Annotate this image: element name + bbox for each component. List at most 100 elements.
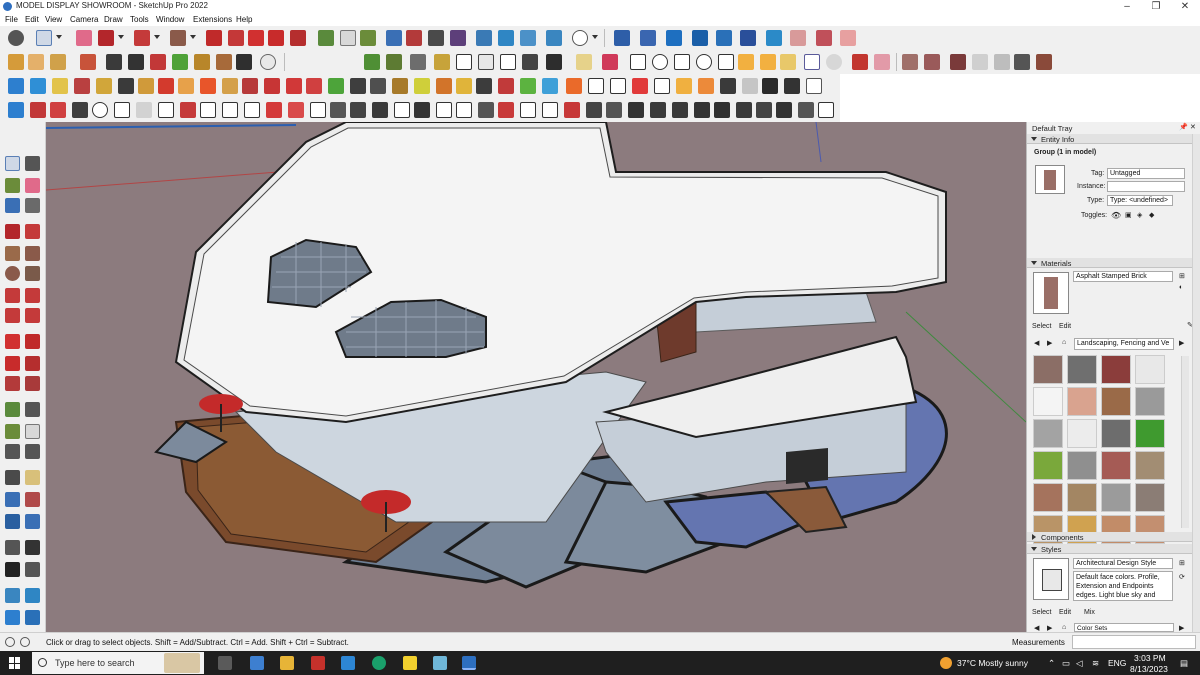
material-library-dropdown[interactable]: Landscaping, Fencing and Ve [1074, 338, 1174, 350]
red-beam-icon[interactable] [498, 102, 514, 118]
blank-shape-icon[interactable] [588, 78, 604, 94]
blue-cube-icon[interactable] [30, 78, 46, 94]
3d-warehouse-icon[interactable] [476, 30, 492, 46]
red-corner-icon[interactable] [266, 102, 282, 118]
calculator-icon[interactable] [250, 656, 264, 670]
grid-icon[interactable] [738, 54, 754, 70]
line-tool-icon[interactable] [98, 30, 114, 46]
material-swatch[interactable] [1067, 451, 1097, 480]
position-camera-icon[interactable] [5, 540, 20, 555]
material-swatch[interactable] [1067, 387, 1097, 416]
two-point-arc-icon[interactable] [25, 288, 40, 303]
material-swatch[interactable] [1033, 483, 1063, 512]
material-swatch[interactable] [1067, 355, 1097, 384]
truss-icon[interactable] [606, 102, 622, 118]
account-icon[interactable] [572, 30, 588, 46]
x-ray-icon[interactable] [150, 54, 166, 70]
geo-location-icon[interactable] [20, 637, 30, 647]
menu-edit[interactable]: Edit [25, 15, 39, 24]
maximize-button[interactable]: ❐ [1145, 0, 1167, 14]
materials-scrollbar[interactable] [1181, 356, 1189, 528]
freehand-icon[interactable] [25, 224, 40, 239]
styles-back-icon[interactable]: ◀ [1034, 624, 1039, 632]
acrobat-icon[interactable] [311, 656, 325, 670]
select-tool-icon[interactable] [36, 30, 52, 46]
gray-box-icon[interactable] [136, 102, 152, 118]
red-circle-icon[interactable] [632, 78, 648, 94]
material-e-icon[interactable] [994, 54, 1010, 70]
menu-file[interactable]: File [5, 15, 18, 24]
column-icon[interactable] [456, 102, 472, 118]
pan-icon[interactable] [406, 30, 422, 46]
material-swatch[interactable] [1135, 451, 1165, 480]
shaded-icon[interactable] [216, 54, 232, 70]
red-line-icon[interactable] [30, 102, 46, 118]
windows-start-icon[interactable] [9, 657, 21, 669]
top-view-icon[interactable] [28, 54, 44, 70]
flip-icon[interactable] [716, 30, 732, 46]
material-swatch[interactable] [1101, 451, 1131, 480]
dark-square-icon[interactable] [476, 78, 492, 94]
blue-shape-icon[interactable] [8, 78, 24, 94]
material-swatch[interactable] [1101, 387, 1131, 416]
blank-box-icon[interactable] [610, 78, 626, 94]
move-left-icon[interactable] [5, 334, 20, 349]
details-arrow-icon[interactable]: ▶ [1179, 339, 1184, 347]
house-outline-icon[interactable] [500, 54, 516, 70]
entity-info-header[interactable]: Entity Info [1027, 134, 1193, 144]
yellow-tile-icon[interactable] [456, 78, 472, 94]
search-icon[interactable] [8, 30, 24, 46]
line-left-icon[interactable] [5, 224, 20, 239]
wireframe-icon[interactable] [172, 54, 188, 70]
styles-tab-select[interactable]: Select [1032, 609, 1051, 616]
visibility-icon[interactable]: 👁 [1111, 211, 1121, 220]
red-square-icon[interactable] [158, 78, 174, 94]
yellow-plane-icon[interactable] [52, 78, 68, 94]
truss-alt-icon[interactable] [628, 102, 644, 118]
material-f-icon[interactable] [1014, 54, 1030, 70]
sphere-icon[interactable] [826, 54, 842, 70]
orbit-left-icon[interactable] [5, 470, 20, 485]
dark-roof-icon[interactable] [586, 102, 602, 118]
styles-tab-mix[interactable]: Mix [1084, 609, 1095, 616]
textured-icon[interactable] [236, 54, 252, 70]
orange-cylinder-icon[interactable] [436, 78, 452, 94]
orbit-icon[interactable] [386, 30, 402, 46]
roof-icon[interactable] [542, 102, 558, 118]
orange-box-icon[interactable] [698, 78, 714, 94]
house-icon[interactable] [478, 54, 494, 70]
tag-dropdown[interactable]: Untagged [1107, 168, 1185, 179]
rotate-icon[interactable] [268, 30, 284, 46]
right-view-icon[interactable] [80, 54, 96, 70]
menu-tools[interactable]: Tools [130, 15, 149, 24]
undo-icon[interactable] [790, 30, 806, 46]
zoom-icon[interactable] [428, 30, 444, 46]
material-swatch[interactable] [1135, 387, 1165, 416]
extension-manager-icon[interactable] [546, 30, 562, 46]
material-swatch[interactable] [1033, 387, 1063, 416]
gray-grid-icon[interactable] [742, 78, 758, 94]
text-tool-icon[interactable] [340, 30, 356, 46]
pan-left-icon[interactable] [25, 470, 40, 485]
material-swatch[interactable] [1135, 355, 1165, 384]
tape-icon[interactable] [25, 198, 40, 213]
section-left-icon[interactable] [25, 562, 40, 577]
rotate-left-icon[interactable] [5, 356, 20, 371]
dynamic-components-icon[interactable] [692, 30, 708, 46]
shadow-cast-icon[interactable]: ◈ [1137, 211, 1142, 219]
entity-material-swatch[interactable] [1035, 165, 1065, 194]
dark-panel-icon[interactable] [714, 102, 730, 118]
home-icon[interactable]: ⌂ [1062, 339, 1066, 346]
dimension-icon[interactable] [25, 402, 40, 417]
style-collection-dropdown[interactable]: Color Sets [1074, 623, 1174, 632]
material-b-icon[interactable] [924, 54, 940, 70]
component-icon[interactable] [25, 156, 40, 171]
slats-icon[interactable] [776, 102, 792, 118]
beam-icon[interactable] [478, 102, 494, 118]
wifi-icon[interactable]: ≋ [1092, 658, 1099, 669]
red-window-icon[interactable] [180, 102, 196, 118]
material-swatch[interactable] [1067, 483, 1097, 512]
redo-icon[interactable] [816, 30, 832, 46]
shape-rect-icon[interactable] [630, 54, 646, 70]
follow-me-icon[interactable] [228, 30, 244, 46]
